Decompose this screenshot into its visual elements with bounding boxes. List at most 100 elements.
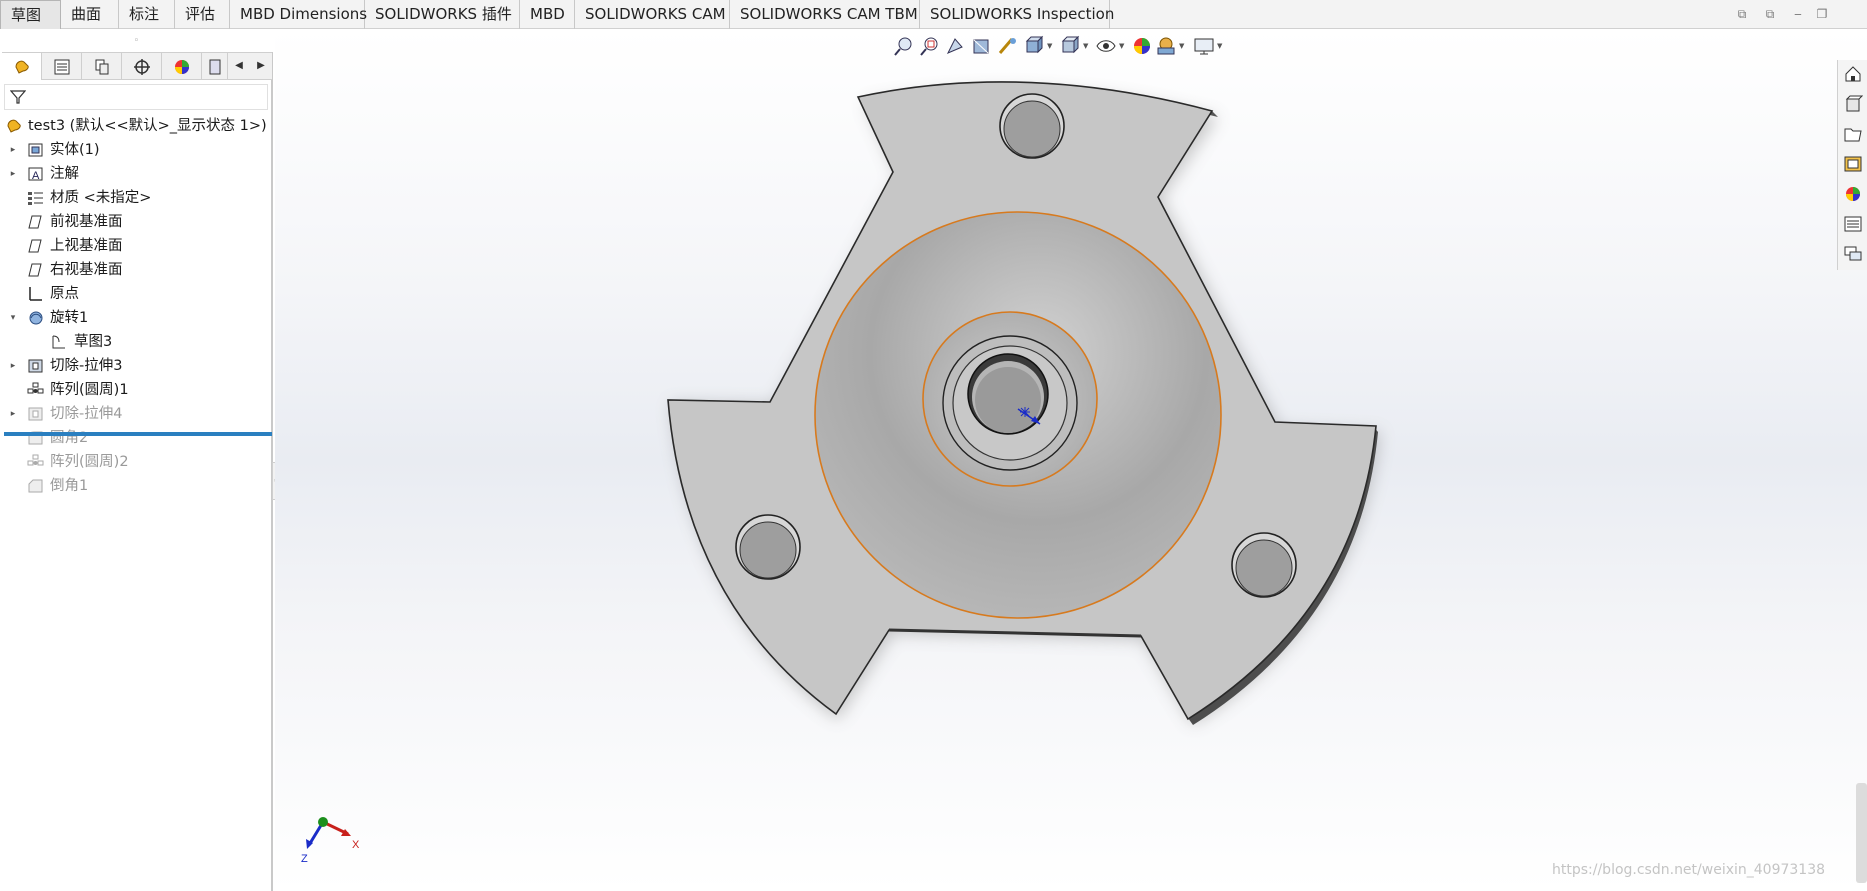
panel-grip-icon[interactable]: ◦ [0,30,273,52]
maximize-icon[interactable]: ❐ [1814,7,1830,21]
watermark-text: https://blog.csdn.net/weixin_40973138 [1552,862,1826,878]
tab-sketch[interactable]: 草图 [0,0,61,29]
tree-item-right-plane[interactable]: 右视基准面 [0,258,273,282]
appearances-icon[interactable] [1843,184,1863,204]
plane-icon [28,263,42,277]
display-manager-tab[interactable] [162,53,202,80]
forum-icon[interactable] [1843,244,1863,264]
triad-x-label: X [352,839,360,851]
solidworks-resources-icon[interactable] [1843,64,1863,84]
tree-item-label: 圆角2 [50,430,89,446]
annotations-icon: A [28,167,43,182]
tab-mbd-dimensions[interactable]: MBD Dimensions [230,0,367,29]
tree-item-origin[interactable]: 原点 [0,282,273,306]
triad-y-axis [318,817,328,827]
design-library-icon[interactable] [1843,94,1863,114]
center-bore-floor [975,367,1041,433]
bolt-hole-left[interactable] [735,514,801,580]
solid-bodies-icon [28,143,43,157]
feature-manager-icon [15,60,29,74]
tab-solidworks-inspection[interactable]: SOLIDWORKS Inspection [920,0,1114,29]
cam-manager-icon [209,59,221,75]
tree-item-cut-extrude3[interactable]: ▸ 切除-拉伸3 [0,354,273,378]
revolve-icon [29,311,43,325]
collapse-arrow-icon[interactable]: ▾ [8,306,18,330]
tree-item-cut-extrude4[interactable]: ▸ 切除-拉伸4 [0,402,273,426]
view-palette-icon[interactable] [1843,154,1863,174]
tree-item-material[interactable]: 材质 <未指定> [0,186,273,210]
feature-manager-tab[interactable] [2,53,42,80]
property-manager-tab[interactable] [42,53,82,80]
custom-properties-icon[interactable] [1843,214,1863,234]
part-model[interactable] [275,30,1867,891]
tree-item-label: 材质 <未指定> [50,190,152,206]
chamfer-icon [28,479,43,493]
origin-icon [29,287,42,301]
cam-manager-tab[interactable] [202,53,228,80]
property-manager-icon [54,59,70,75]
restore-right-icon[interactable]: ⧉ [1762,7,1778,21]
tab-solidworks-addins[interactable]: SOLIDWORKS 插件 [365,0,520,29]
dimxpert-manager-tab[interactable] [122,53,162,80]
bolt-hole-top[interactable] [999,93,1065,159]
tree-item-label: 右视基准面 [50,262,123,278]
bolt-hole-right[interactable] [1231,532,1297,598]
tree-item-solid-bodies[interactable]: ▸ 实体(1) [0,138,273,162]
svg-text:A: A [32,170,40,182]
tab-evaluate[interactable]: 评估 [175,0,230,29]
tree-item-label: 切除-拉伸3 [50,358,123,374]
cut-extrude-icon [28,359,43,373]
circular-pattern-icon [27,454,44,466]
tabs-scroll-right-icon[interactable]: ▶ [256,59,266,73]
triad-z-label: Z [301,853,308,865]
tree-item-circular-pattern2[interactable]: 阵列(圆周)2 [0,450,273,474]
tree-item-fillet2[interactable]: 圆角2 [0,426,273,450]
tree-root-part[interactable]: test3 (默认<<默认>_显示状态 1>) [0,114,273,138]
tree-item-revolve1[interactable]: ▾ 旋转1 [0,306,273,330]
tabs-scroll-left-icon[interactable]: ◀ [234,59,244,73]
circular-pattern-icon [27,382,44,394]
tab-solidworks-cam[interactable]: SOLIDWORKS CAM [575,0,730,29]
tree-item-annotations[interactable]: ▸ A 注解 [0,162,273,186]
manager-tabs: ◀ ▶ [2,52,272,80]
tree-item-label: 阵列(圆周)1 [50,382,129,398]
display-manager-icon [175,60,189,74]
expand-arrow-icon[interactable]: ▸ [8,162,18,186]
tab-mbd[interactable]: MBD [520,0,575,29]
tree-item-label: 上视基准面 [50,238,123,254]
tree-item-label: 旋转1 [50,310,89,326]
task-pane [1837,60,1867,270]
tree-item-front-plane[interactable]: 前视基准面 [0,210,273,234]
tree-item-label: 原点 [50,286,79,302]
tree-item-chamfer1[interactable]: 倒角1 [0,474,273,498]
tab-markup[interactable]: 标注 [119,0,175,29]
expand-arrow-icon[interactable]: ▸ [8,402,18,426]
file-explorer-icon[interactable] [1843,124,1863,144]
graphics-area[interactable]: ▼ ▼ ▼ ▼ ▼ [275,30,1867,891]
restore-left-icon[interactable]: ⧉ [1734,7,1750,21]
plane-icon [28,215,42,229]
feature-manager-panel: ◦ ◀ ▶ test3 (默认<<默认>_显示状态 1>) ▸ 实体(1) ▸ … [0,30,278,891]
tree-filter[interactable] [4,84,268,110]
tree-item-label: 注解 [50,166,79,182]
minimize-icon[interactable]: ‒ [1790,7,1806,21]
tree-item-label: 切除-拉伸4 [50,406,123,422]
expand-arrow-icon[interactable]: ▸ [8,354,18,378]
tree-item-label: 倒角1 [50,478,89,494]
tree-item-label: 草图3 [74,334,113,350]
configuration-manager-tab[interactable] [82,53,122,80]
zoom-slider[interactable] [1856,783,1867,883]
tree-item-top-plane[interactable]: 上视基准面 [0,234,273,258]
rollback-bar[interactable] [4,432,272,436]
feature-tree: test3 (默认<<默认>_显示状态 1>) ▸ 实体(1) ▸ A 注解 材… [0,114,273,498]
tree-item-sketch3[interactable]: 草图3 [0,330,273,354]
material-icon [28,192,43,205]
tab-solidworks-cam-tbm[interactable]: SOLIDWORKS CAM TBM [730,0,920,29]
tree-item-circular-pattern1[interactable]: 阵列(圆周)1 [0,378,273,402]
reference-triad: X Z [301,817,360,865]
tree-root-label: test3 (默认<<默认>_显示状态 1>) [28,118,267,134]
tree-item-label: 前视基准面 [50,214,123,230]
filter-icon[interactable] [10,89,26,105]
expand-arrow-icon[interactable]: ▸ [8,138,18,162]
tab-surfaces[interactable]: 曲面 [61,0,119,29]
